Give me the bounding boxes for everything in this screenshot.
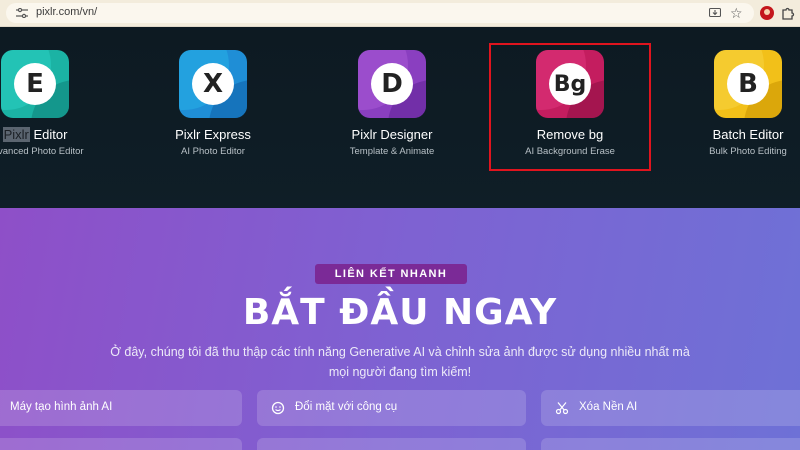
quick-card-row2[interactable] [257, 438, 526, 450]
app-tile-express[interactable]: X Pixlr Express AI Photo Editor [133, 27, 293, 177]
extensions-puzzle-icon[interactable] [781, 6, 795, 20]
install-app-icon[interactable] [709, 7, 721, 19]
quick-links-section: LIÊN KẾT NHANH BẮT ĐẦU NGAY Ở đây, chúng… [0, 208, 800, 450]
quick-card-row2[interactable] [0, 438, 242, 450]
card-label: Xóa Nền AI [579, 401, 638, 413]
annotation-highlight-box [489, 43, 651, 171]
browser-toolbar: pixlr.com/vn/ ☆ [0, 0, 800, 27]
apps-strip: E Pixlr Editor Advanced Photo Editor X P… [0, 27, 800, 208]
quick-card-remove-bg-ai[interactable]: Xóa Nền AI [541, 390, 800, 426]
scissors-icon [555, 402, 569, 415]
express-logo-icon: X [179, 50, 247, 118]
sparkle-icon [0, 401, 8, 415]
app-tile-editor[interactable]: E Pixlr Editor Advanced Photo Editor [0, 27, 115, 177]
section-description: Ở đây, chúng tôi đã thu thập các tính nă… [110, 345, 690, 379]
app-subtitle: Template & Animate [349, 146, 435, 157]
site-settings-icon[interactable] [16, 8, 28, 18]
quick-links-pill: LIÊN KẾT NHANH [315, 264, 467, 284]
quick-card-row2[interactable] [541, 438, 800, 450]
app-name: Pixlr Express [175, 127, 251, 142]
card-label: Đổi mặt với công cụ [295, 401, 398, 413]
card-label: Máy tạo hình ảnh AI [10, 401, 113, 413]
editor-logo-icon: E [1, 50, 69, 118]
app-subtitle: Bulk Photo Editing [709, 146, 787, 157]
extension-avatar-icon[interactable] [760, 6, 774, 20]
quick-card-ai-image-generator[interactable]: Máy tạo hình ảnh AI [0, 390, 242, 426]
app-tile-batch[interactable]: B Batch Editor Bulk Photo Editing [668, 27, 800, 177]
quick-card-face-swap[interactable]: Đổi mặt với công cụ [257, 390, 526, 426]
app-subtitle: AI Photo Editor [181, 146, 245, 157]
url-text[interactable]: pixlr.com/vn/ [36, 6, 97, 18]
bookmark-star-icon[interactable]: ☆ [730, 5, 743, 21]
app-name: Batch Editor [712, 127, 784, 142]
page-title: BẮT ĐẦU NGAY [242, 292, 558, 333]
app-subtitle: Advanced Photo Editor [0, 146, 84, 157]
app-tile-designer[interactable]: D Pixlr Designer Template & Animate [312, 27, 472, 177]
address-bar[interactable]: pixlr.com/vn/ ☆ [6, 3, 754, 23]
face-icon [271, 401, 285, 415]
app-name: Pixlr Editor [2, 127, 68, 142]
designer-logo-icon: D [358, 50, 426, 118]
batch-logo-icon: B [714, 50, 782, 118]
app-name: Pixlr Designer [351, 127, 433, 142]
